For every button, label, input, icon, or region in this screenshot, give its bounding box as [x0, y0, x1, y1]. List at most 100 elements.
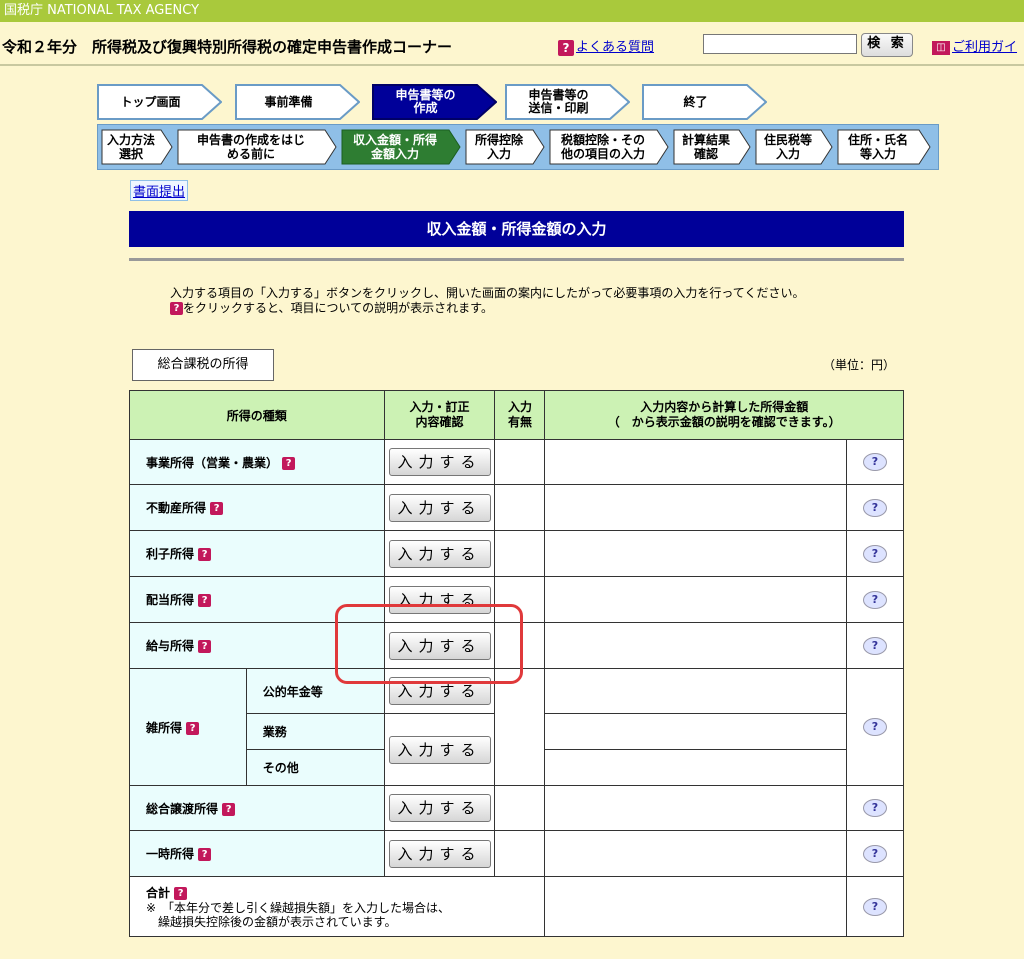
substep-deduction[interactable]: 所得控除 入力: [465, 129, 545, 165]
faq-label: よくある質問: [576, 40, 655, 55]
has-input-cell: [494, 668, 546, 786]
input-cell: 入力する: [383, 622, 496, 669]
total-note-1: ※ 「本年分で差し引く繰越損失額」を入力した場合は、: [146, 901, 451, 915]
help-icon: ?: [170, 302, 183, 315]
search-input[interactable]: [703, 34, 857, 54]
help-icon[interactable]: ?: [210, 502, 224, 515]
instruction-line-2: をクリックすると、項目についての説明が表示されます。: [183, 301, 493, 315]
substep-label: 住所・氏名 等入力: [847, 133, 908, 161]
page-title: 収入金額・所得金額の入力: [129, 211, 904, 247]
unit-label: （単位：円）: [823, 358, 896, 372]
divider: [129, 258, 904, 261]
input-cell: 入力する: [383, 713, 496, 786]
help-bubble-icon[interactable]: ?: [863, 718, 887, 736]
input-cell: 入力する: [383, 668, 496, 714]
help-bubble-icon[interactable]: ?: [863, 590, 887, 609]
row-label: 一時所得: [146, 847, 195, 861]
step-label: トップ画面: [120, 94, 181, 109]
row-label-dividend: 配当所得 ?: [129, 576, 385, 623]
step-top[interactable]: トップ画面: [97, 84, 222, 120]
table-row: 総合譲渡所得 ? 入力する ?: [129, 785, 904, 831]
input-button-business[interactable]: 入力する: [388, 448, 491, 476]
input-button-pension[interactable]: 入力する: [388, 677, 491, 705]
amount-cell: [544, 830, 847, 877]
help-cell: ?: [846, 785, 904, 831]
row-label-temporary: 一時所得 ?: [129, 830, 385, 877]
substep-result[interactable]: 計算結果 確認: [673, 129, 751, 165]
help-bubble-icon[interactable]: ?: [863, 453, 887, 471]
input-button-dividend[interactable]: 入力する: [388, 585, 491, 614]
substep-resident-tax[interactable]: 住民税等 入力: [755, 129, 833, 165]
help-bubble-icon[interactable]: ?: [863, 897, 887, 916]
substep-before-start[interactable]: 申告書の作成をはじ める前に: [177, 129, 337, 165]
step-create[interactable]: 申告書等の 作成: [372, 84, 497, 120]
faq-link[interactable]: ? よくある質問: [558, 36, 654, 56]
amount-cell: [544, 668, 847, 714]
substep-label: 住民税等 入力: [763, 133, 812, 161]
submit-paper-link[interactable]: 書面提出: [130, 180, 189, 201]
has-input-cell: [494, 785, 546, 831]
help-icon[interactable]: ?: [186, 721, 200, 735]
table-row: 給与所得 ? 入力する ?: [129, 622, 904, 669]
table-row: 利子所得 ? 入力する ?: [129, 530, 904, 577]
input-button-salary[interactable]: 入力する: [388, 631, 491, 660]
substep-label: 所得控除 入力: [474, 133, 523, 161]
step-prep[interactable]: 事前準備: [235, 84, 360, 120]
header-has-input: 入力 有無: [494, 390, 546, 440]
help-icon[interactable]: ?: [174, 887, 188, 900]
help-icon[interactable]: ?: [222, 802, 236, 816]
help-bubble-icon[interactable]: ?: [863, 844, 887, 863]
guide-link[interactable]: ◫ ご利用ガイ: [932, 36, 1017, 55]
input-button-real-estate[interactable]: 入力する: [388, 493, 491, 522]
help-icon[interactable]: ?: [198, 548, 212, 561]
row-label: 配当所得: [146, 593, 195, 607]
amount-cell: [544, 530, 847, 577]
substep-label: 入力方法 選択: [106, 133, 155, 161]
step-label: 終了: [683, 94, 708, 109]
table-header-row: 所得の種類 入力・訂正 内容確認 入力 有無 入力内容から計算した所得金額 （ …: [129, 390, 904, 440]
guide-label: ご利用ガイ: [952, 40, 1018, 55]
has-input-cell: [494, 622, 546, 669]
input-button-temporary[interactable]: 入力する: [388, 839, 491, 868]
help-bubble-icon[interactable]: ?: [863, 498, 887, 517]
input-button-interest[interactable]: 入力する: [388, 539, 491, 568]
row-label-misc: 雑所得 ?: [129, 668, 247, 786]
amount-cell: [544, 439, 847, 485]
substep-address[interactable]: 住所・氏名 等入力: [837, 129, 931, 165]
amount-cell: [544, 785, 847, 831]
search-button[interactable]: 検 索: [861, 33, 913, 57]
instruction-line-1: 入力する項目の「入力する」ボタンをクリックし、開いた画面の案内にしたがって必要事…: [170, 286, 805, 300]
help-bubble-icon[interactable]: ?: [863, 544, 887, 563]
step-label: 申告書等の 送信・印刷: [528, 88, 589, 115]
help-icon[interactable]: ?: [198, 848, 212, 861]
substep-income-input[interactable]: 収入金額・所得 金額入力: [341, 129, 461, 165]
substep-input-method[interactable]: 入力方法 選択: [101, 129, 173, 165]
step-end[interactable]: 終了: [642, 84, 767, 120]
substep-label: 申告書の作成をはじ める前に: [196, 133, 305, 161]
row-label: 合計: [146, 886, 171, 900]
amount-cell: [544, 749, 847, 786]
input-button-misc-business[interactable]: 入力する: [388, 735, 491, 764]
input-cell: 入力する: [383, 484, 496, 531]
table-row: 配当所得 ? 入力する ?: [129, 576, 904, 623]
substep-tax-credit[interactable]: 税額控除・その 他の項目の入力: [549, 129, 669, 165]
help-bubble-icon[interactable]: ?: [863, 799, 887, 817]
amount-cell: [544, 713, 847, 750]
help-icon[interactable]: ?: [198, 594, 212, 607]
help-icon[interactable]: ?: [198, 640, 212, 653]
table-row: 不動産所得 ? 入力する ?: [129, 484, 904, 531]
step-label: 事前準備: [264, 94, 313, 109]
help-bubble-icon[interactable]: ?: [863, 636, 887, 655]
step-send[interactable]: 申告書等の 送信・印刷: [505, 84, 630, 120]
page-header-title: 令和２年分 所得税及び復興特別所得税の確定申告書作成コーナー: [2, 38, 453, 56]
table-row: 事業所得（営業・農業） ? 入力する ?: [129, 439, 904, 485]
input-button-transfer[interactable]: 入力する: [388, 794, 491, 822]
help-icon[interactable]: ?: [282, 456, 296, 470]
main-steps: トップ画面 事前準備 申告書等の 作成 申告書等の 送信・印刷 終了: [97, 84, 777, 122]
header-amount: 入力内容から計算した所得金額 （ から表示金額の説明を確認できます。）: [544, 390, 904, 440]
instruction-line-2-wrap: ? をクリックすると、項目についての説明が表示されます。: [170, 301, 804, 316]
total-note-2: 繰越損失控除後の金額が表示されています。: [146, 915, 397, 929]
step-label: 申告書等の 作成: [395, 88, 456, 115]
row-label-real-estate: 不動産所得 ?: [129, 484, 385, 531]
book-icon: ◫: [932, 40, 950, 55]
